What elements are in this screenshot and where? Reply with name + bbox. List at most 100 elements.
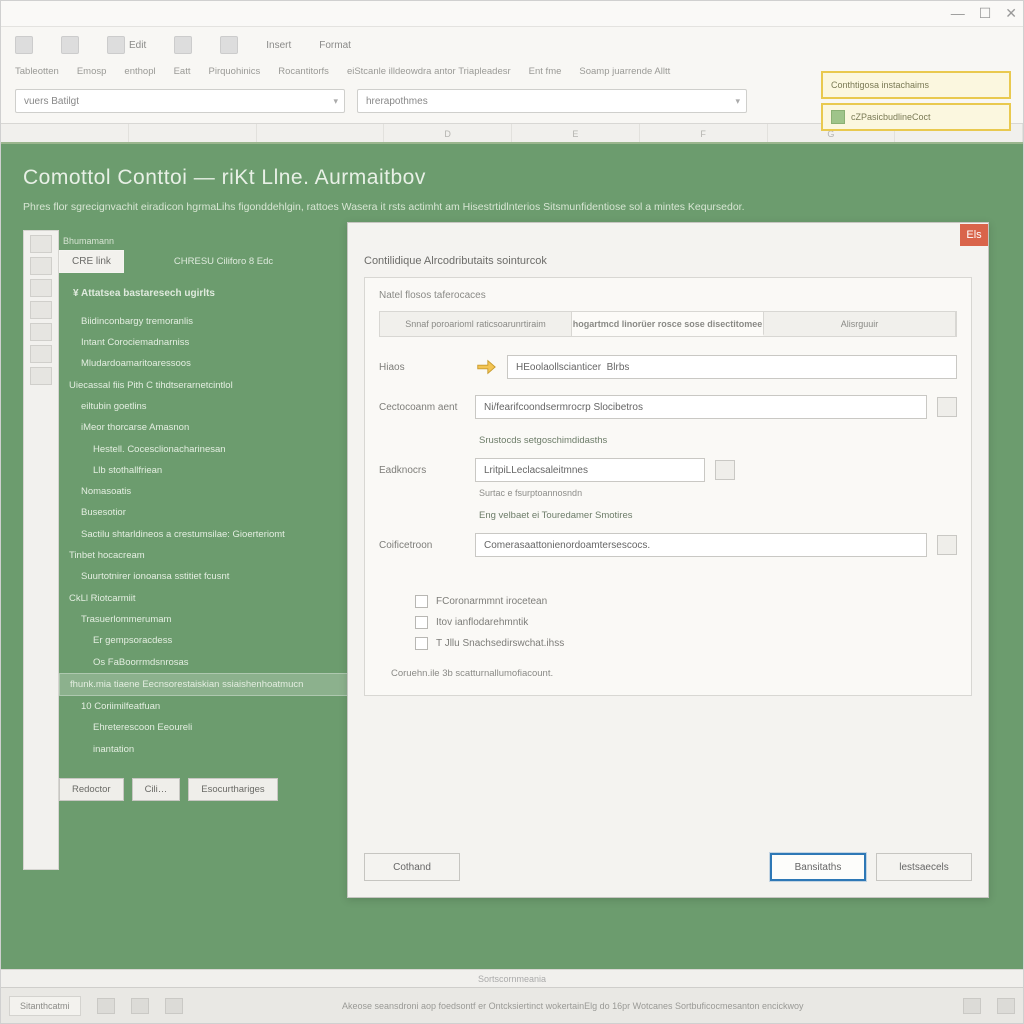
tree-item[interactable]: Ehreterescoon Eeoureli xyxy=(59,717,351,738)
side-icon[interactable] xyxy=(30,235,52,253)
dialog-tab[interactable]: Alisrguuir xyxy=(764,312,956,336)
ribbon-small[interactable]: Emosp xyxy=(77,66,107,77)
tree-item[interactable]: Hestell. Cocesclionacharinesan xyxy=(59,439,351,460)
tree-item[interactable]: Nomasoatis xyxy=(59,481,351,502)
category-input[interactable] xyxy=(475,395,927,419)
highlight-row-1[interactable]: Conthtigosa instachaims xyxy=(821,71,1011,99)
taskbar-tray-icon[interactable] xyxy=(963,998,981,1014)
side-icon[interactable] xyxy=(30,257,52,275)
dialog-tab[interactable]: Snnaf poroarioml raticsoarunrtiraim xyxy=(380,312,572,336)
ribbon-icon[interactable] xyxy=(61,36,79,54)
dialog-help-button[interactable]: lestsaecels xyxy=(876,853,972,881)
ribbon-small[interactable]: Soamp juarrende Alltt xyxy=(579,66,670,77)
col-head[interactable] xyxy=(1,124,129,142)
taskbar-start[interactable]: Sitanthcatmi xyxy=(9,996,81,1016)
tree-item[interactable]: Mludardoamaritoaressoos xyxy=(59,353,351,374)
tree-item[interactable]: Os FaBoorrmdsnrosas xyxy=(59,652,351,673)
ribbon-small[interactable]: enthopl xyxy=(124,66,155,77)
tree-item[interactable]: 10 Coriimilfeatfuan xyxy=(59,696,351,717)
pointer-arrow-icon xyxy=(475,356,497,378)
tree-button-c[interactable]: Esocurthariges xyxy=(188,778,277,801)
field-label-name: Hiaos xyxy=(379,362,465,373)
tree-tab-active[interactable]: CRE link xyxy=(59,250,124,273)
col-head[interactable]: E xyxy=(512,124,640,142)
tree-tab-label: CHRESU Ciliforo 8 Edc xyxy=(174,256,273,267)
ribbon: Edit Insert Format Tableotten Emosp enth… xyxy=(1,27,1023,124)
ribbon-small[interactable]: eiStcanle illdeowdra antor Triapleadesr xyxy=(347,66,511,77)
side-icon[interactable] xyxy=(30,301,52,319)
tree-item[interactable]: iMeor thorcarse Amasnon xyxy=(59,417,351,438)
ribbon-icon[interactable] xyxy=(220,36,238,54)
checkbox-row[interactable]: Itov ianflodarehmntik xyxy=(415,616,957,629)
side-icon[interactable] xyxy=(30,367,52,385)
checkbox-icon[interactable] xyxy=(415,637,428,650)
side-icon[interactable] xyxy=(30,279,52,297)
tree-button-b[interactable]: Cili… xyxy=(132,778,181,801)
ribbon-icon[interactable] xyxy=(174,36,192,54)
tree-item-selected[interactable]: fhunk.mia tiaene Eecnsorestaiskian ssiai… xyxy=(59,673,351,696)
taskbar-tray-icon[interactable] xyxy=(997,998,1015,1014)
tree-summary: Bhumamann xyxy=(63,236,351,246)
tree-item[interactable]: Intant Corociemadnarniss xyxy=(59,332,351,353)
sidebar-iconcol xyxy=(23,230,59,870)
tree-item[interactable]: Uiecassal fiis Pith C tihdtserarnetcintl… xyxy=(59,375,351,396)
tree-button-a[interactable]: Redoctor xyxy=(59,778,124,801)
dialog-cancel-button[interactable]: Cothand xyxy=(364,853,460,881)
col-head[interactable] xyxy=(129,124,257,142)
calendar-link[interactable]: Eng velbaet ei Touredamer Smotires xyxy=(479,510,957,521)
calendar-icon[interactable] xyxy=(715,460,735,480)
col-head[interactable]: F xyxy=(640,124,768,142)
ribbon-dropdown-1[interactable]: vuers Batilgt xyxy=(15,89,345,113)
ribbon-dropdown-2[interactable]: hrerapothmes xyxy=(357,89,747,113)
tree-item[interactable]: Suurtotnirer ionoansa sstitiet fcusnt xyxy=(59,566,351,587)
tree-item[interactable]: CkLl Riotcarmiit xyxy=(59,588,351,609)
highlight-row-2[interactable]: cZPasicbudlineCoct xyxy=(821,103,1011,131)
tree-item[interactable]: inantation xyxy=(59,739,351,760)
tree-item[interactable]: Er gempsoracdess xyxy=(59,630,351,651)
ribbon-label: Format xyxy=(319,40,351,51)
ribbon-small[interactable]: Pirquohinics xyxy=(209,66,261,77)
dialog-close-button[interactable]: Els xyxy=(960,224,988,246)
calendar-input[interactable] xyxy=(475,458,705,482)
name-input[interactable] xyxy=(507,355,957,379)
dialog-ok-button[interactable]: Bansitaths xyxy=(770,853,866,881)
taskbar-icon[interactable] xyxy=(97,998,115,1014)
checkbox-label: Itov ianflodarehmntik xyxy=(436,617,528,628)
ribbon-small[interactable]: Tableotten xyxy=(15,66,59,77)
ribbon-icon[interactable] xyxy=(107,36,125,54)
checkbox-icon[interactable] xyxy=(415,595,428,608)
collection-input[interactable] xyxy=(475,533,927,557)
status-strip: Sortscornmeania xyxy=(1,969,1023,987)
taskbar-text: Akeose seansdroni aop foedsontf er Ontck… xyxy=(199,1001,947,1011)
window-close[interactable]: ✕ xyxy=(1005,5,1017,22)
tree-item[interactable]: Llb stothallfriean xyxy=(59,460,351,481)
tree-item[interactable]: ¥ Attatsea bastaresech ugirlts xyxy=(63,283,351,305)
checkbox-icon[interactable] xyxy=(415,616,428,629)
tree-item[interactable]: Trasuerlommerumam xyxy=(59,609,351,630)
col-head[interactable]: D xyxy=(384,124,512,142)
field-label-category: Cectocoanm aent xyxy=(379,402,465,413)
side-icon[interactable] xyxy=(30,345,52,363)
ribbon-label: Insert xyxy=(266,40,291,51)
tree-item[interactable]: Busesotior xyxy=(59,502,351,523)
checkbox-row[interactable]: T Jllu Snachsedirswchat.ihss xyxy=(415,637,957,650)
tree-item[interactable]: Biidinconbargy tremoranlis xyxy=(59,311,351,332)
taskbar-icon[interactable] xyxy=(165,998,183,1014)
checkbox-label: T Jllu Snachsedirswchat.ihss xyxy=(436,638,564,649)
col-head[interactable] xyxy=(257,124,385,142)
side-icon[interactable] xyxy=(30,323,52,341)
dialog-tab-active[interactable]: hogartmcd linorüer rosce sose disectitom… xyxy=(572,312,764,336)
ribbon-small[interactable]: Eatt xyxy=(174,66,191,77)
window-min[interactable]: — xyxy=(951,5,965,22)
ribbon-small[interactable]: Rocantitorfs xyxy=(278,66,329,77)
ribbon-icon[interactable] xyxy=(15,36,33,54)
ribbon-small[interactable]: Ent fme xyxy=(529,66,562,77)
tree-item[interactable]: Tinbet hocacream xyxy=(59,545,351,566)
tree-item[interactable]: Sactilu shtarldineos a crestumsilae: Gio… xyxy=(59,524,351,545)
checkbox-row[interactable]: FCoronarmmnt irocetean xyxy=(415,595,957,608)
taskbar-icon[interactable] xyxy=(131,998,149,1014)
browse-icon[interactable] xyxy=(937,397,957,417)
window-max[interactable]: ☐ xyxy=(979,5,992,22)
collection-browse-icon[interactable] xyxy=(937,535,957,555)
tree-item[interactable]: eiltubin goetlins xyxy=(59,396,351,417)
